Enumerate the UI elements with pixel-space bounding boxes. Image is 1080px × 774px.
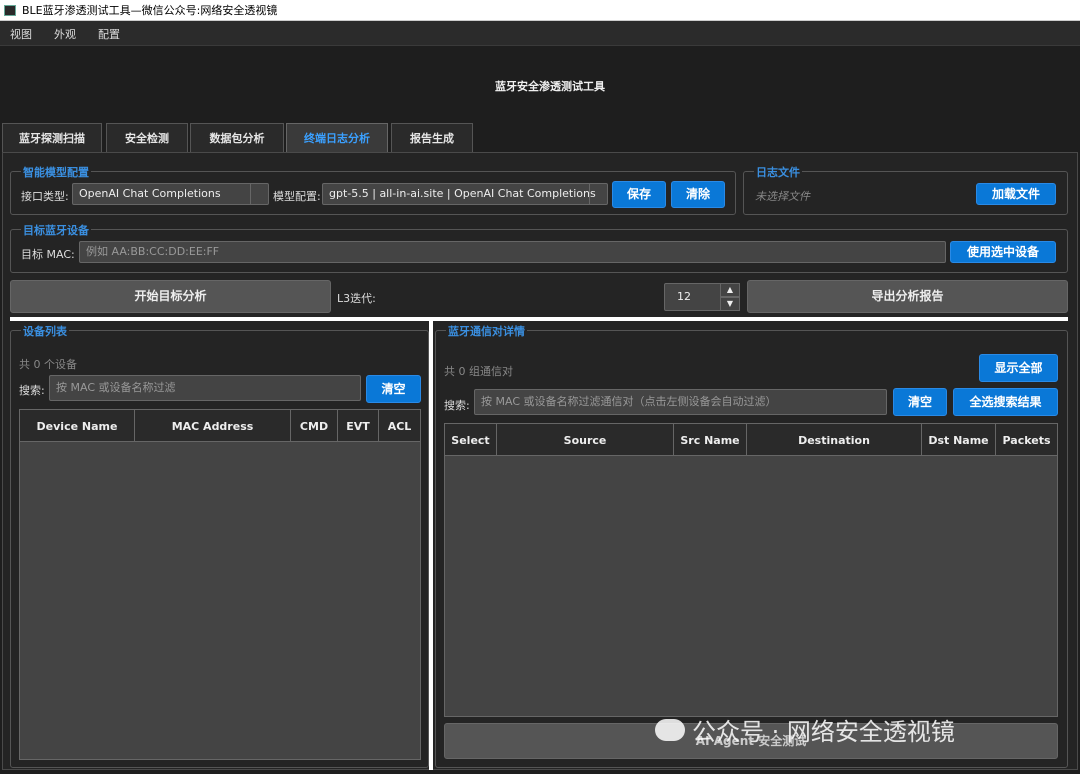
vertical-splitter[interactable]	[429, 320, 433, 770]
pairs-count: 共 0 组通信对	[444, 365, 513, 378]
col-dst-name[interactable]: Dst Name	[922, 424, 996, 456]
load-file-button[interactable]: 加载文件	[976, 183, 1056, 205]
interface-type-select[interactable]: OpenAI Chat Completions	[72, 183, 269, 205]
spin-down-icon[interactable]: ▼	[720, 297, 740, 311]
col-packets[interactable]: Packets	[996, 424, 1057, 456]
interface-type-label: 接口类型:	[21, 190, 69, 203]
spin-up-icon[interactable]: ▲	[720, 283, 740, 297]
start-target-analysis-button[interactable]: 开始目标分析	[10, 280, 331, 313]
show-all-button[interactable]: 显示全部	[979, 354, 1058, 382]
col-destination[interactable]: Destination	[747, 424, 922, 456]
device-clear-button[interactable]: 清空	[366, 375, 421, 403]
watermark: 公众号 · 网络安全透视镜	[692, 718, 955, 746]
clear-config-button[interactable]: 清除	[671, 181, 725, 208]
tab-security-check[interactable]: 安全检测	[106, 123, 188, 152]
export-report-button[interactable]: 导出分析报告	[747, 280, 1068, 313]
app-icon	[4, 5, 16, 16]
save-button[interactable]: 保存	[612, 181, 666, 208]
target-device-title: 目标蓝牙设备	[21, 222, 91, 238]
col-cmd[interactable]: CMD	[291, 410, 338, 442]
log-file-title: 日志文件	[754, 164, 802, 180]
chevron-down-icon	[250, 184, 268, 204]
col-mac-address[interactable]: MAC Address	[135, 410, 291, 442]
menu-config[interactable]: 配置	[98, 26, 120, 42]
menu-bar: 视图 外观 配置	[0, 21, 1080, 46]
ai-config-title: 智能模型配置	[21, 164, 91, 180]
device-list-title: 设备列表	[21, 323, 69, 339]
pairs-clear-button[interactable]: 清空	[893, 388, 947, 416]
menu-appearance[interactable]: 外观	[54, 26, 76, 42]
device-table[interactable]: Device Name MAC Address CMD EVT ACL	[19, 409, 421, 760]
pairs-search-input[interactable]: 按 MAC 或设备名称过滤通信对（点击左侧设备会自动过滤）	[474, 389, 887, 415]
col-source[interactable]: Source	[497, 424, 674, 456]
menu-view[interactable]: 视图	[10, 26, 32, 42]
pairs-search-label: 搜索:	[444, 399, 470, 412]
select-all-results-button[interactable]: 全选搜索结果	[953, 388, 1058, 416]
device-table-header: Device Name MAC Address CMD EVT ACL	[20, 410, 420, 442]
target-mac-input[interactable]: 例如 AA:BB:CC:DD:EE:FF	[79, 241, 946, 263]
window-title: BLE蓝牙渗透测试工具—微信公众号:网络安全透视镜	[22, 4, 278, 17]
tab-packet-analysis[interactable]: 数据包分析	[190, 123, 284, 152]
col-device-name[interactable]: Device Name	[20, 410, 135, 442]
window-titlebar: BLE蓝牙渗透测试工具—微信公众号:网络安全透视镜	[0, 0, 1080, 21]
col-evt[interactable]: EVT	[338, 410, 379, 442]
model-config-label: 模型配置:	[273, 190, 321, 203]
tab-bluetooth-scan[interactable]: 蓝牙探测扫描	[2, 123, 102, 152]
pairs-table[interactable]: Select Source Src Name Destination Dst N…	[444, 423, 1058, 717]
log-file-status: 未选择文件	[755, 190, 810, 203]
model-config-value: gpt-5.5 | all-in-ai.site | OpenAI Chat C…	[329, 187, 596, 200]
interface-type-value: OpenAI Chat Completions	[79, 187, 221, 200]
tab-report-generation[interactable]: 报告生成	[391, 123, 473, 152]
target-mac-label: 目标 MAC:	[21, 248, 75, 261]
pairs-title: 蓝牙通信对详情	[446, 323, 527, 339]
use-selected-device-button[interactable]: 使用选中设备	[950, 241, 1056, 263]
chevron-down-icon	[589, 184, 607, 204]
model-config-select[interactable]: gpt-5.5 | all-in-ai.site | OpenAI Chat C…	[322, 183, 608, 205]
horizontal-splitter[interactable]	[10, 317, 1068, 321]
device-count: 共 0 个设备	[19, 358, 77, 371]
wechat-icon	[655, 719, 685, 741]
pairs-table-header: Select Source Src Name Destination Dst N…	[445, 424, 1057, 456]
device-search-label: 搜索:	[19, 384, 45, 397]
col-acl[interactable]: ACL	[379, 410, 420, 442]
tab-terminal-log-analysis[interactable]: 终端日志分析	[286, 123, 388, 152]
device-search-input[interactable]: 按 MAC 或设备名称过滤	[49, 375, 361, 401]
l3-iteration-label: L3迭代:	[337, 292, 376, 305]
app-title: 蓝牙安全渗透测试工具	[495, 80, 605, 93]
col-src-name[interactable]: Src Name	[674, 424, 747, 456]
col-select[interactable]: Select	[445, 424, 497, 456]
